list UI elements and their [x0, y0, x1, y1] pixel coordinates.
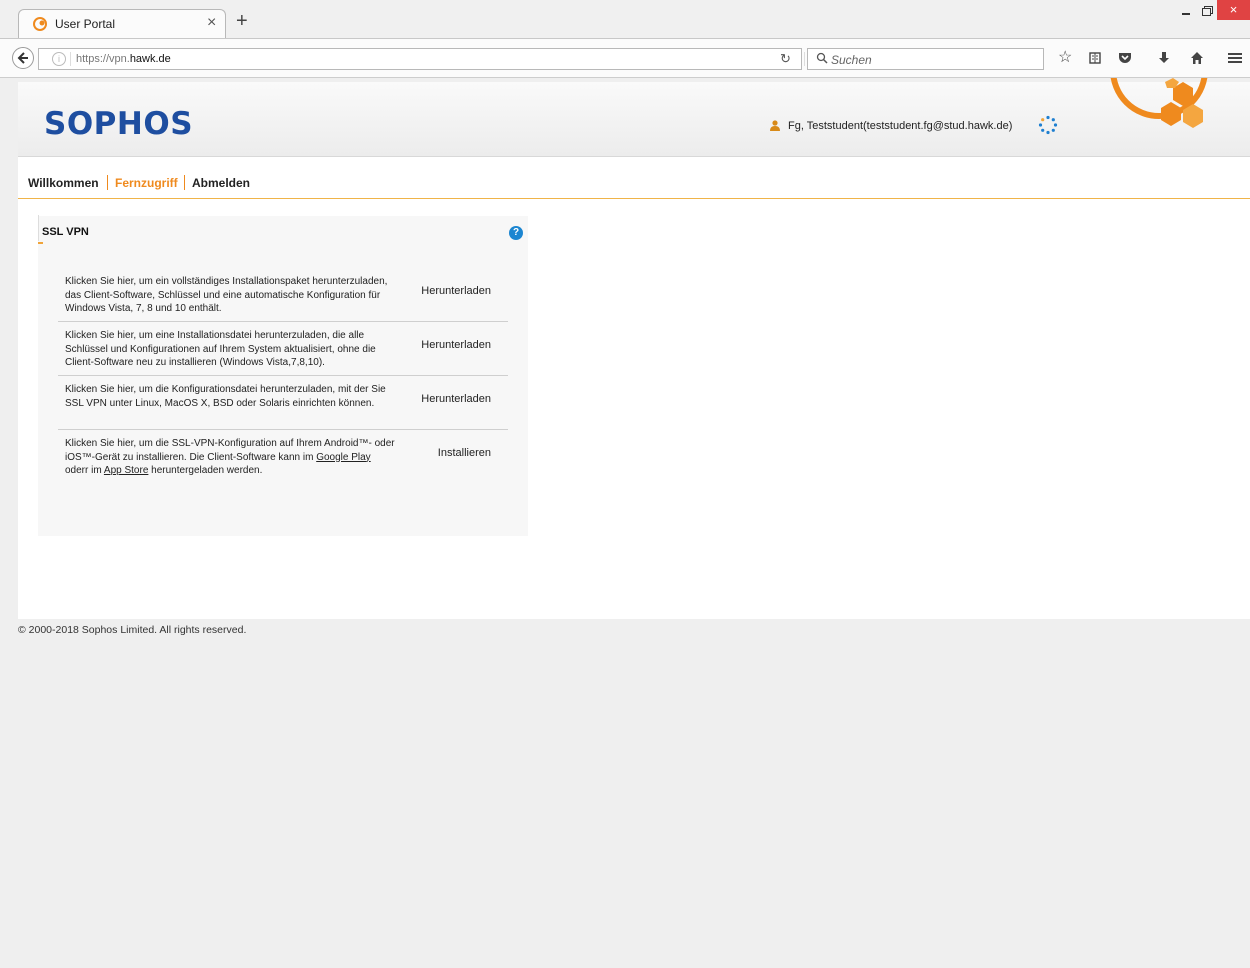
- row-description: Klicken Sie hier, um die Konfigurationsd…: [65, 384, 386, 409]
- window-restore-icon[interactable]: [1200, 4, 1214, 18]
- content-card: SOPHOS Fg, Teststudent(teststudent.fg@st…: [18, 78, 1250, 619]
- browser-tab-bar: User Portal × + ×: [0, 0, 1250, 38]
- user-name: Fg, Teststudent(teststudent.fg@stud.hawk…: [788, 120, 1013, 132]
- menu-separator: [184, 175, 185, 190]
- tab-title: User Portal: [55, 17, 116, 31]
- menu-item-willkommen[interactable]: Willkommen: [28, 176, 99, 190]
- hamburger-menu-icon[interactable]: [1227, 51, 1243, 65]
- app-store-link[interactable]: App Store: [104, 465, 148, 476]
- url-divider: [804, 52, 805, 66]
- row-divider: [58, 429, 508, 430]
- back-arrow-icon: [17, 52, 28, 64]
- back-button[interactable]: [12, 47, 34, 69]
- loading-spinner-icon: [1038, 115, 1058, 135]
- browser-nav-bar: i https://vpn.hawk.de ↻ Suchen ☆: [0, 38, 1250, 78]
- row-description: Klicken Sie hier, um eine Installationsd…: [65, 330, 376, 368]
- sophos-logo: SOPHOS: [44, 106, 194, 142]
- panel-title-rule: [38, 215, 39, 241]
- url-separator: [70, 52, 71, 66]
- window-minimize-icon[interactable]: [1180, 6, 1194, 18]
- new-tab-icon[interactable]: +: [236, 11, 248, 31]
- search-icon: [816, 52, 828, 64]
- install-mobile-config-link[interactable]: Installieren: [438, 447, 491, 459]
- download-icon[interactable]: [1158, 51, 1170, 65]
- user-icon: [770, 120, 780, 131]
- pocket-icon[interactable]: [1118, 51, 1132, 65]
- download-config-update-link[interactable]: Herunterladen: [421, 339, 491, 351]
- menu-item-abmelden[interactable]: Abmelden: [192, 176, 250, 190]
- sophos-emblem-icon: [1110, 78, 1208, 128]
- home-icon[interactable]: [1190, 51, 1204, 65]
- site-info-icon[interactable]: i: [52, 52, 66, 66]
- row-divider: [58, 321, 508, 322]
- page-background: SOPHOS Fg, Teststudent(teststudent.fg@st…: [0, 78, 1250, 968]
- row-divider: [58, 375, 508, 376]
- sophos-favicon-icon: [33, 17, 47, 31]
- panel-title: SSL VPN: [42, 226, 89, 238]
- tab-close-icon[interactable]: ×: [207, 13, 216, 33]
- help-icon[interactable]: ?: [509, 226, 523, 240]
- reading-list-icon[interactable]: [1088, 51, 1102, 65]
- search-input[interactable]: Suchen: [807, 48, 1044, 70]
- browser-tab[interactable]: User Portal ×: [18, 9, 226, 38]
- address-bar[interactable]: i https://vpn.hawk.de ↻: [38, 48, 805, 70]
- bookmark-star-icon[interactable]: ☆: [1058, 49, 1072, 67]
- main-menu: Willkommen Fernzugriff Abmelden: [18, 172, 1250, 199]
- row-description: Klicken Sie hier, um ein vollständiges I…: [65, 276, 388, 314]
- portal-header: SOPHOS Fg, Teststudent(teststudent.fg@st…: [18, 78, 1250, 157]
- url-domain: hawk.de: [129, 53, 171, 65]
- menu-item-fernzugriff[interactable]: Fernzugriff: [115, 176, 178, 190]
- row-description: Klicken Sie hier, um die SSL-VPN-Konfigu…: [65, 438, 395, 476]
- list-item: Klicken Sie hier, um die SSL-VPN-Konfigu…: [58, 437, 508, 491]
- download-full-package-link[interactable]: Herunterladen: [421, 285, 491, 297]
- google-play-link[interactable]: Google Play: [316, 452, 370, 463]
- copyright-footer: © 2000-2018 Sophos Limited. All rights r…: [18, 624, 247, 636]
- panel-title-accent: [38, 242, 43, 244]
- menu-separator: [107, 175, 108, 190]
- reload-icon[interactable]: ↻: [780, 51, 791, 67]
- window-close-icon[interactable]: ×: [1217, 0, 1250, 20]
- url-text: https://vpn.hawk.de: [76, 53, 171, 65]
- download-config-file-link[interactable]: Herunterladen: [421, 393, 491, 405]
- search-placeholder: Suchen: [831, 53, 872, 67]
